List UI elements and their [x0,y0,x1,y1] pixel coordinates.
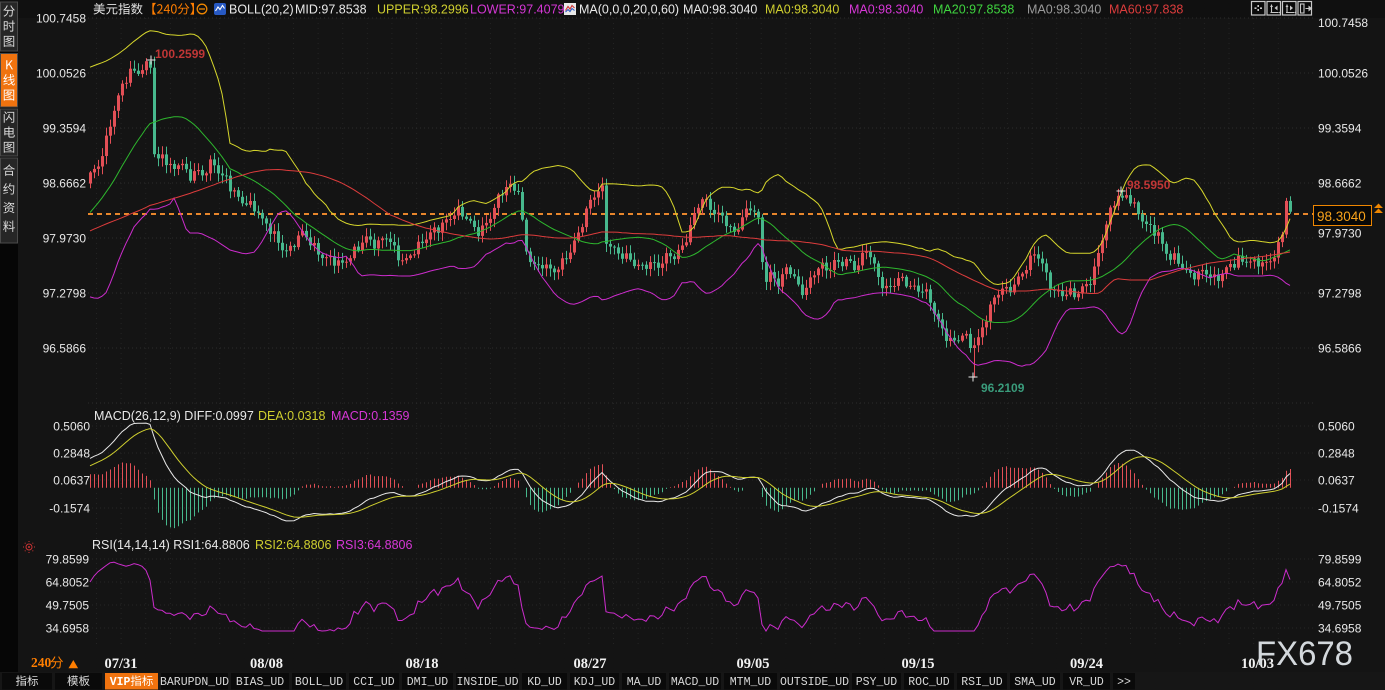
svg-text:96.5866: 96.5866 [43,342,87,356]
svg-text:34.6958: 34.6958 [46,622,90,636]
svg-text:UPPER:98.2996: UPPER:98.2996 [377,3,469,17]
svg-text:KD_UD: KD_UD [527,676,562,689]
svg-text:DMI_UD: DMI_UD [407,676,449,689]
svg-text:09/15: 09/15 [901,656,934,672]
svg-text:64.8052: 64.8052 [46,576,90,590]
svg-text:-0.1574: -0.1574 [1318,502,1359,516]
svg-text:49.7505: 49.7505 [1318,599,1362,613]
svg-text:MA0:98.3040: MA0:98.3040 [1027,3,1101,17]
svg-text:MACD_UD: MACD_UD [671,676,719,689]
svg-text:98.5950: 98.5950 [1127,178,1171,192]
svg-text:0.5060: 0.5060 [53,420,90,434]
svg-text:MA0:98.3040: MA0:98.3040 [683,3,757,17]
svg-text:96.5866: 96.5866 [1318,342,1362,356]
svg-text:97.2798: 97.2798 [1318,287,1362,301]
svg-text:>>: >> [1117,676,1131,689]
svg-text:MACD(26,12,9) DIFF:0.0997: MACD(26,12,9) DIFF:0.0997 [94,409,254,423]
svg-text:98.6662: 98.6662 [1318,177,1362,191]
svg-text:BARUPDN_UD: BARUPDN_UD [160,676,229,689]
svg-text:100.7458: 100.7458 [36,12,86,26]
svg-text:09/24: 09/24 [1070,656,1103,672]
svg-text:MA0:98.3040: MA0:98.3040 [849,3,923,17]
svg-text:-0.1574: -0.1574 [49,502,90,516]
svg-text:DEA:0.0318: DEA:0.0318 [258,409,325,423]
svg-text:240: 240 [31,655,52,670]
svg-text:FX678: FX678 [1256,635,1353,673]
svg-text:BOLL_UD: BOLL_UD [295,676,343,689]
svg-text:07/31: 07/31 [104,656,137,672]
svg-text:VIP: VIP [110,676,131,689]
svg-text:RSI(14,14,14) RSI1:64.8806: RSI(14,14,14) RSI1:64.8806 [92,538,250,552]
svg-text:KDJ_UD: KDJ_UD [574,676,616,689]
svg-text:OUTSIDE_UD: OUTSIDE_UD [780,676,849,689]
svg-text:0.2848: 0.2848 [1318,447,1355,461]
svg-text:0.5060: 0.5060 [1318,420,1355,434]
svg-text:RSI2:64.8806: RSI2:64.8806 [255,538,331,552]
svg-text:100.0526: 100.0526 [36,67,86,81]
svg-text:64.8052: 64.8052 [1318,576,1362,590]
svg-text:MTM_UD: MTM_UD [730,676,772,689]
svg-text:96.2109: 96.2109 [981,381,1025,395]
svg-text:PSY_UD: PSY_UD [856,676,898,689]
svg-text:79.8599: 79.8599 [46,553,90,567]
svg-text:0.2848: 0.2848 [53,447,90,461]
svg-text:100.7458: 100.7458 [1318,16,1368,30]
svg-text:0.0637: 0.0637 [53,474,90,488]
svg-text:100.2599: 100.2599 [155,47,205,61]
svg-text:97.2798: 97.2798 [43,287,87,301]
svg-text:99.3594: 99.3594 [43,122,87,136]
svg-text:99.3594: 99.3594 [1318,122,1362,136]
svg-text:ROC_UD: ROC_UD [908,676,950,689]
svg-text:08/27: 08/27 [573,656,606,672]
svg-text:SMA_UD: SMA_UD [1014,676,1056,689]
svg-text:MA_UD: MA_UD [627,676,662,689]
svg-text:MA0:98.3040: MA0:98.3040 [765,3,839,17]
svg-text:RSI3:64.8806: RSI3:64.8806 [336,538,412,552]
svg-text:79.8599: 79.8599 [1318,553,1362,567]
svg-text:MA20:97.8538: MA20:97.8538 [933,3,1014,17]
svg-text:08/18: 08/18 [405,656,438,672]
svg-text:97.9730: 97.9730 [43,232,87,246]
svg-text:98.6662: 98.6662 [43,177,87,191]
svg-text:BIAS_UD: BIAS_UD [236,676,284,689]
svg-text:49.7505: 49.7505 [46,599,90,613]
svg-text:98.3040: 98.3040 [1317,209,1366,224]
svg-text:LOWER:97.4079: LOWER:97.4079 [470,3,565,17]
svg-text:MA(0,0,0,20,0,60): MA(0,0,0,20,0,60) [579,3,679,17]
svg-text:RSI_UD: RSI_UD [961,676,1003,689]
svg-text:0.0637: 0.0637 [1318,474,1355,488]
svg-text:BOLL(20,2): BOLL(20,2) [229,3,294,17]
svg-text:34.6958: 34.6958 [1318,622,1362,636]
svg-text:INSIDE_UD: INSIDE_UD [456,676,518,689]
svg-text:MACD:0.1359: MACD:0.1359 [331,409,410,423]
svg-text:MA60:97.838: MA60:97.838 [1109,3,1183,17]
svg-text:09/05: 09/05 [736,656,769,672]
svg-text:97.9730: 97.9730 [1318,227,1362,241]
svg-text:08/08: 08/08 [250,656,283,672]
svg-text:100.0526: 100.0526 [1318,67,1368,81]
svg-text:CCI_UD: CCI_UD [353,676,395,689]
svg-text:MID:97.8538: MID:97.8538 [295,3,367,17]
svg-text:VR_UD: VR_UD [1069,676,1104,689]
